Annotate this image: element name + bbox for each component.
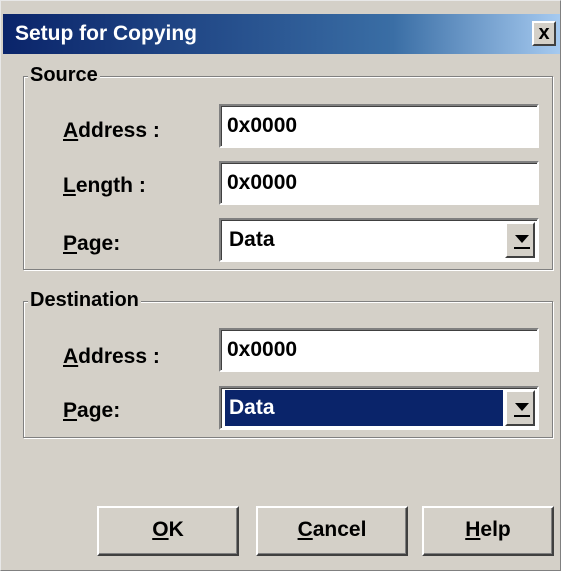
destination-page-label: Page:: [63, 399, 121, 422]
dialog-title: Setup for Copying: [15, 22, 197, 45]
chevron-down-icon: [515, 235, 529, 243]
close-icon: x: [538, 22, 550, 44]
help-button[interactable]: Help: [422, 506, 554, 556]
title-bar: Setup for Copying x: [3, 14, 560, 54]
source-page-dropdown-button[interactable]: [505, 222, 535, 258]
source-address-label: Address :: [63, 119, 160, 142]
destination-page-select[interactable]: Data: [219, 386, 539, 430]
destination-group-title: Destination: [28, 289, 141, 312]
source-group-title: Source: [28, 64, 100, 87]
ok-button[interactable]: OK: [97, 506, 239, 556]
destination-page-value: Data: [225, 390, 503, 426]
chevron-down-icon: [515, 403, 529, 411]
cancel-button-label: Cancel: [297, 518, 367, 541]
destination-page-dropdown-button[interactable]: [505, 390, 535, 426]
source-length-label: Length :: [63, 174, 146, 197]
destination-address-label: Address :: [63, 345, 160, 368]
destination-address-input[interactable]: 0x0000: [219, 328, 539, 372]
setup-copying-dialog: Setup for Copying x Source Address : 0x0…: [0, 0, 561, 571]
source-length-input[interactable]: 0x0000: [219, 161, 539, 205]
help-button-label: Help: [465, 518, 511, 541]
source-page-label: Page:: [63, 232, 121, 255]
cancel-button[interactable]: Cancel: [256, 506, 408, 556]
close-button[interactable]: x: [532, 21, 556, 46]
source-address-input[interactable]: 0x0000: [219, 104, 539, 148]
ok-button-label: OK: [152, 518, 184, 541]
source-page-select[interactable]: Data: [219, 218, 539, 262]
source-page-value: Data: [229, 228, 275, 251]
